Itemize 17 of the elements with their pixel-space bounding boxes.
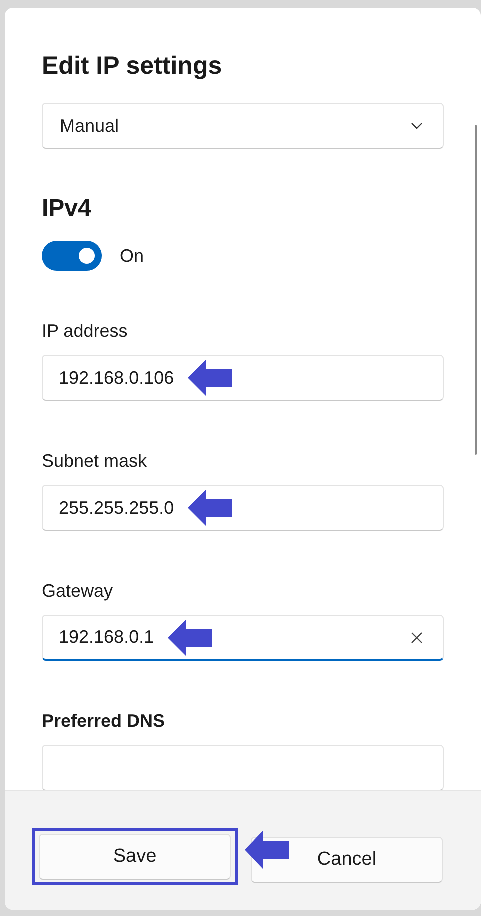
- chevron-down-icon: [411, 122, 423, 130]
- field-label: IP address: [42, 320, 129, 342]
- dialog-button[interactable]: Save: [39, 834, 231, 880]
- scrollbar[interactable]: [475, 125, 477, 455]
- toggle-switch[interactable]: [42, 241, 102, 271]
- close-icon[interactable]: [411, 632, 423, 644]
- section-heading: IPv4: [42, 195, 92, 223]
- text-field[interactable]: 192.168.0.106: [42, 355, 444, 401]
- field-label: Preferred DNS: [42, 710, 166, 732]
- text-field[interactable]: 192.168.0.1: [42, 615, 444, 661]
- mode-dropdown[interactable]: Manual: [42, 103, 444, 149]
- dialog-button[interactable]: Cancel: [251, 837, 443, 883]
- field-label: Subnet mask: [42, 450, 148, 472]
- dialog-title: Edit IP settings: [42, 51, 224, 81]
- toggle-label: On: [120, 246, 144, 266]
- text-field[interactable]: 255.255.255.0: [42, 485, 444, 531]
- field-label: Gateway: [42, 580, 114, 602]
